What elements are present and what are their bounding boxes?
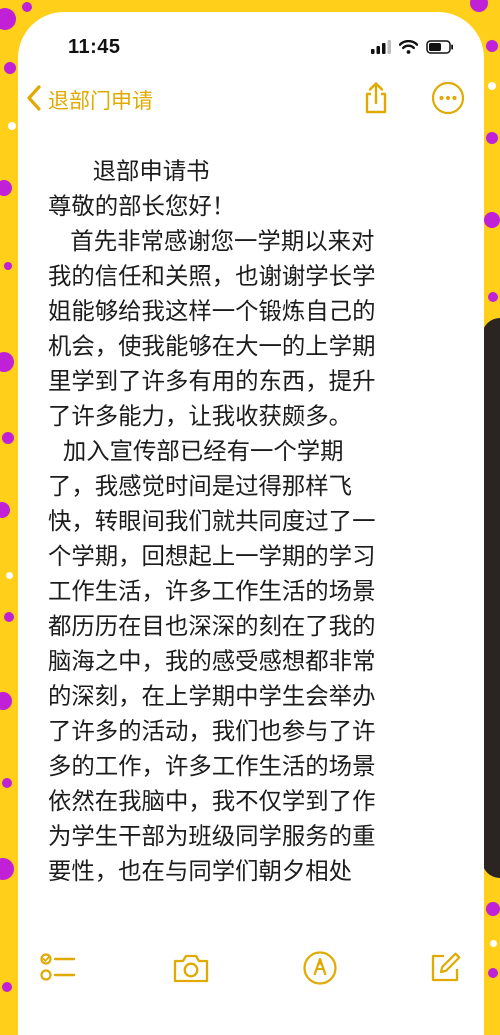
note-text-line: 工作生活，许多工作生活的场景: [48, 577, 376, 605]
wallpaper-dot: [4, 262, 12, 270]
note-text-line: 姐能够给我这样一个锻炼自己的: [48, 297, 376, 325]
bottom-toolbar: [18, 940, 484, 1000]
note-text-area[interactable]: 退部申请书尊敬的部长您好！ 首先非常感谢您一学期以来对 我的信任和关照，也谢谢学长…: [48, 154, 468, 952]
wallpaper-dot: [8, 122, 16, 130]
back-button[interactable]: 退部门申请: [24, 78, 153, 122]
note-text-line: 为学生干部为班级同学服务的重: [48, 822, 376, 850]
wallpaper-dot: [486, 40, 498, 52]
camera-icon: [171, 952, 211, 988]
wallpaper-dot: [2, 982, 12, 992]
wallpaper-dot: [0, 180, 12, 196]
note-text-line: 首先非常感谢您一学期以来对: [48, 227, 375, 255]
chevron-left-icon: [24, 83, 46, 117]
note-text-line: 里学到了许多有用的东西，提升: [48, 367, 376, 395]
wallpaper-dot: [488, 82, 496, 90]
note-text-line: 我的信任和关照，也谢谢学长学: [48, 262, 376, 290]
more-icon: [431, 81, 465, 119]
status-bar: 11:45: [18, 12, 484, 72]
note-title-line: 退部申请书: [48, 157, 210, 185]
battery-icon: [426, 39, 454, 58]
note-text-line: 了，我感觉时间是过得那样飞: [48, 472, 353, 500]
navigation-bar: 退部门申请: [18, 78, 484, 122]
wallpaper-dot: [4, 62, 16, 74]
wallpaper-dot: [484, 212, 500, 228]
wallpaper-dot: [2, 432, 14, 444]
note-text-line: 脑海之中，我的感受感想都非常: [48, 647, 376, 675]
status-icons: [371, 39, 454, 58]
note-text-line: 加入宣传部已经有一个学期: [48, 437, 344, 465]
compose-button[interactable]: [423, 948, 467, 992]
wallpaper-dot: [470, 0, 488, 12]
markup-button[interactable]: [298, 948, 342, 992]
share-button[interactable]: [356, 80, 396, 120]
checklist-button[interactable]: [36, 948, 80, 992]
note-text-line: 要性，也在与同学们朝夕相处: [48, 857, 353, 885]
note-text-line: 尊敬的部长您好！: [48, 192, 236, 220]
camera-button[interactable]: [169, 948, 213, 992]
note-text-line: 机会，使我能够在大一的上学期: [48, 332, 376, 360]
compose-icon: [427, 950, 463, 990]
wallpaper-dot: [0, 858, 14, 880]
wallpaper-dot: [486, 902, 500, 916]
markup-icon: [302, 950, 338, 990]
wallpaper-dot: [488, 292, 498, 302]
note-text-line: 了许多能力，让我收获颇多。: [48, 402, 353, 430]
note-text-line: 快，转眼间我们就共同度过了一: [48, 507, 376, 535]
notes-app-window: 11:45 退部门申请 退部申请书 尊敬的部长您好！ 首先非常感谢您一学期以来对…: [18, 12, 484, 1035]
note-text-line: 都历历在目也深深的刻在了我的: [48, 612, 376, 640]
note-text-line: 的深刻，在上学期中学生会举办: [48, 682, 376, 710]
wallpaper-dot: [486, 132, 498, 144]
wallpaper-dot: [4, 612, 14, 622]
note-text-line: 个学期，回想起上一学期的学习: [48, 542, 376, 570]
signal-icon: [371, 39, 391, 58]
wallpaper-dot: [490, 940, 497, 947]
wallpaper-dot: [0, 352, 14, 372]
wallpaper-dot: [0, 502, 10, 518]
back-button-label: 退部门申请: [48, 89, 153, 113]
more-button[interactable]: [428, 80, 468, 120]
note-text-line: 了许多的活动，我们也参与了许: [48, 717, 376, 745]
checklist-icon: [40, 951, 76, 989]
share-icon: [361, 81, 391, 119]
note-text-line: 依然在我脑中，我不仅学到了作: [48, 787, 376, 815]
wallpaper-dot: [22, 2, 32, 12]
wallpaper-dot: [6, 572, 13, 579]
status-time: 11:45: [68, 36, 121, 58]
wallpaper-dot: [0, 692, 12, 710]
note-text-line: 多的工作，许多工作生活的场景: [48, 752, 376, 780]
wallpaper-dot: [2, 778, 12, 788]
wallpaper-dot: [488, 968, 498, 978]
wifi-icon: [398, 39, 419, 58]
wallpaper-dark-edge: [482, 318, 500, 878]
wallpaper-dot: [0, 8, 16, 30]
